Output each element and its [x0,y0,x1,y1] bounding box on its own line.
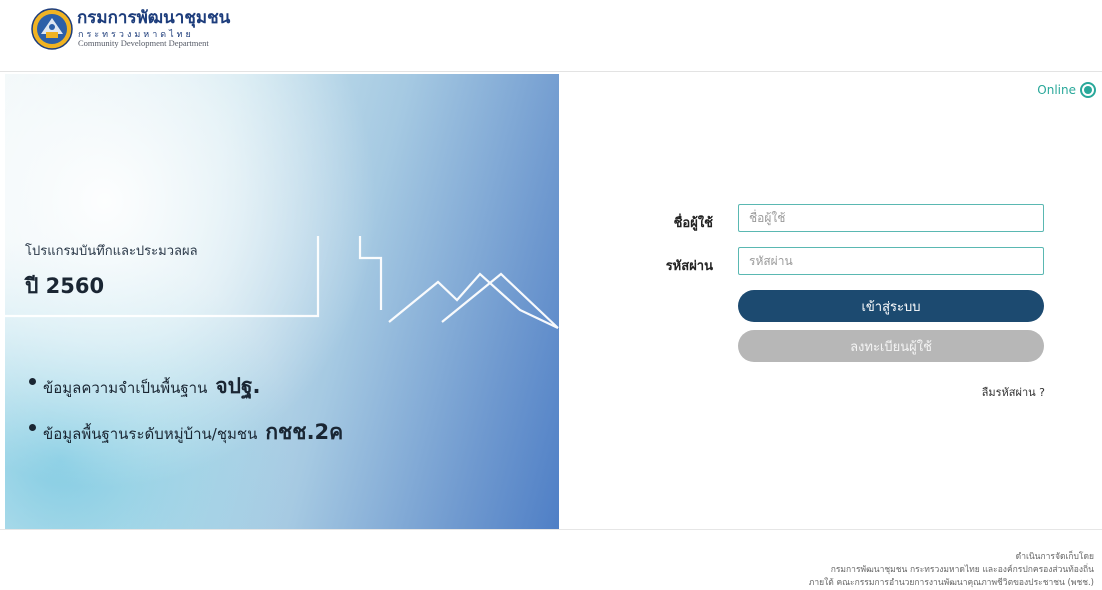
org-name-en: Community Development Department [78,38,209,48]
bullet-strong: กชช.2ค [265,420,344,444]
radio-on-icon [1080,82,1096,98]
bullet-dot-icon [29,378,36,385]
footer-line-2: กรมการพัฒนาชุมชน กระทรวงมหาดไทย และองค์ก… [830,565,1094,575]
bullet-strong: จปฐ. [215,374,261,398]
bullet-item-jpt: ข้อมูลความจำเป็นพื้นฐาน จปฐ. [29,370,261,403]
banner-year: ปี 2560 [25,274,105,298]
password-input[interactable] [738,247,1044,275]
cdd-logo-icon [31,8,73,50]
online-status-label: Online [1037,83,1076,97]
password-label: รหัสผ่าน [665,259,713,274]
register-button[interactable]: ลงทะเบียนผู้ใช้ [738,330,1044,362]
bullet-text: ข้อมูลความจำเป็นพื้นฐาน [43,379,208,397]
footer-divider [0,529,1102,530]
login-button[interactable]: เข้าสู่ระบบ [738,290,1044,322]
bullet-text: ข้อมูลพื้นฐานระดับหมู่บ้าน/ชุมชน [43,425,258,443]
footer-line-1: ดำเนินการจัดเก็บโดย [1015,552,1094,562]
hero-banner: โปรแกรมบันทึกและประมวลผล ปี 2560 ข้อมูลค… [5,74,559,529]
username-input[interactable] [738,204,1044,232]
bullet-item-kchch: ข้อมูลพื้นฐานระดับหมู่บ้าน/ชุมชน กชช.2ค [29,416,344,449]
footer-line-3: ภายใต้ คณะกรรมการอำนวยการงานพัฒนาคุณภาพช… [808,578,1094,588]
site-header: กรมการพัฒนาชุมชน กระทรวงมหาดไทย Communit… [0,0,1102,72]
banner-subtitle: โปรแกรมบันทึกและประมวลผล [25,244,198,259]
forgot-password-link[interactable]: ลืมรหัสผ่าน ? [982,383,1045,401]
username-label: ชื่อผู้ใช้ [673,216,713,231]
online-status: Online [1037,82,1096,98]
bullet-dot-icon [29,424,36,431]
